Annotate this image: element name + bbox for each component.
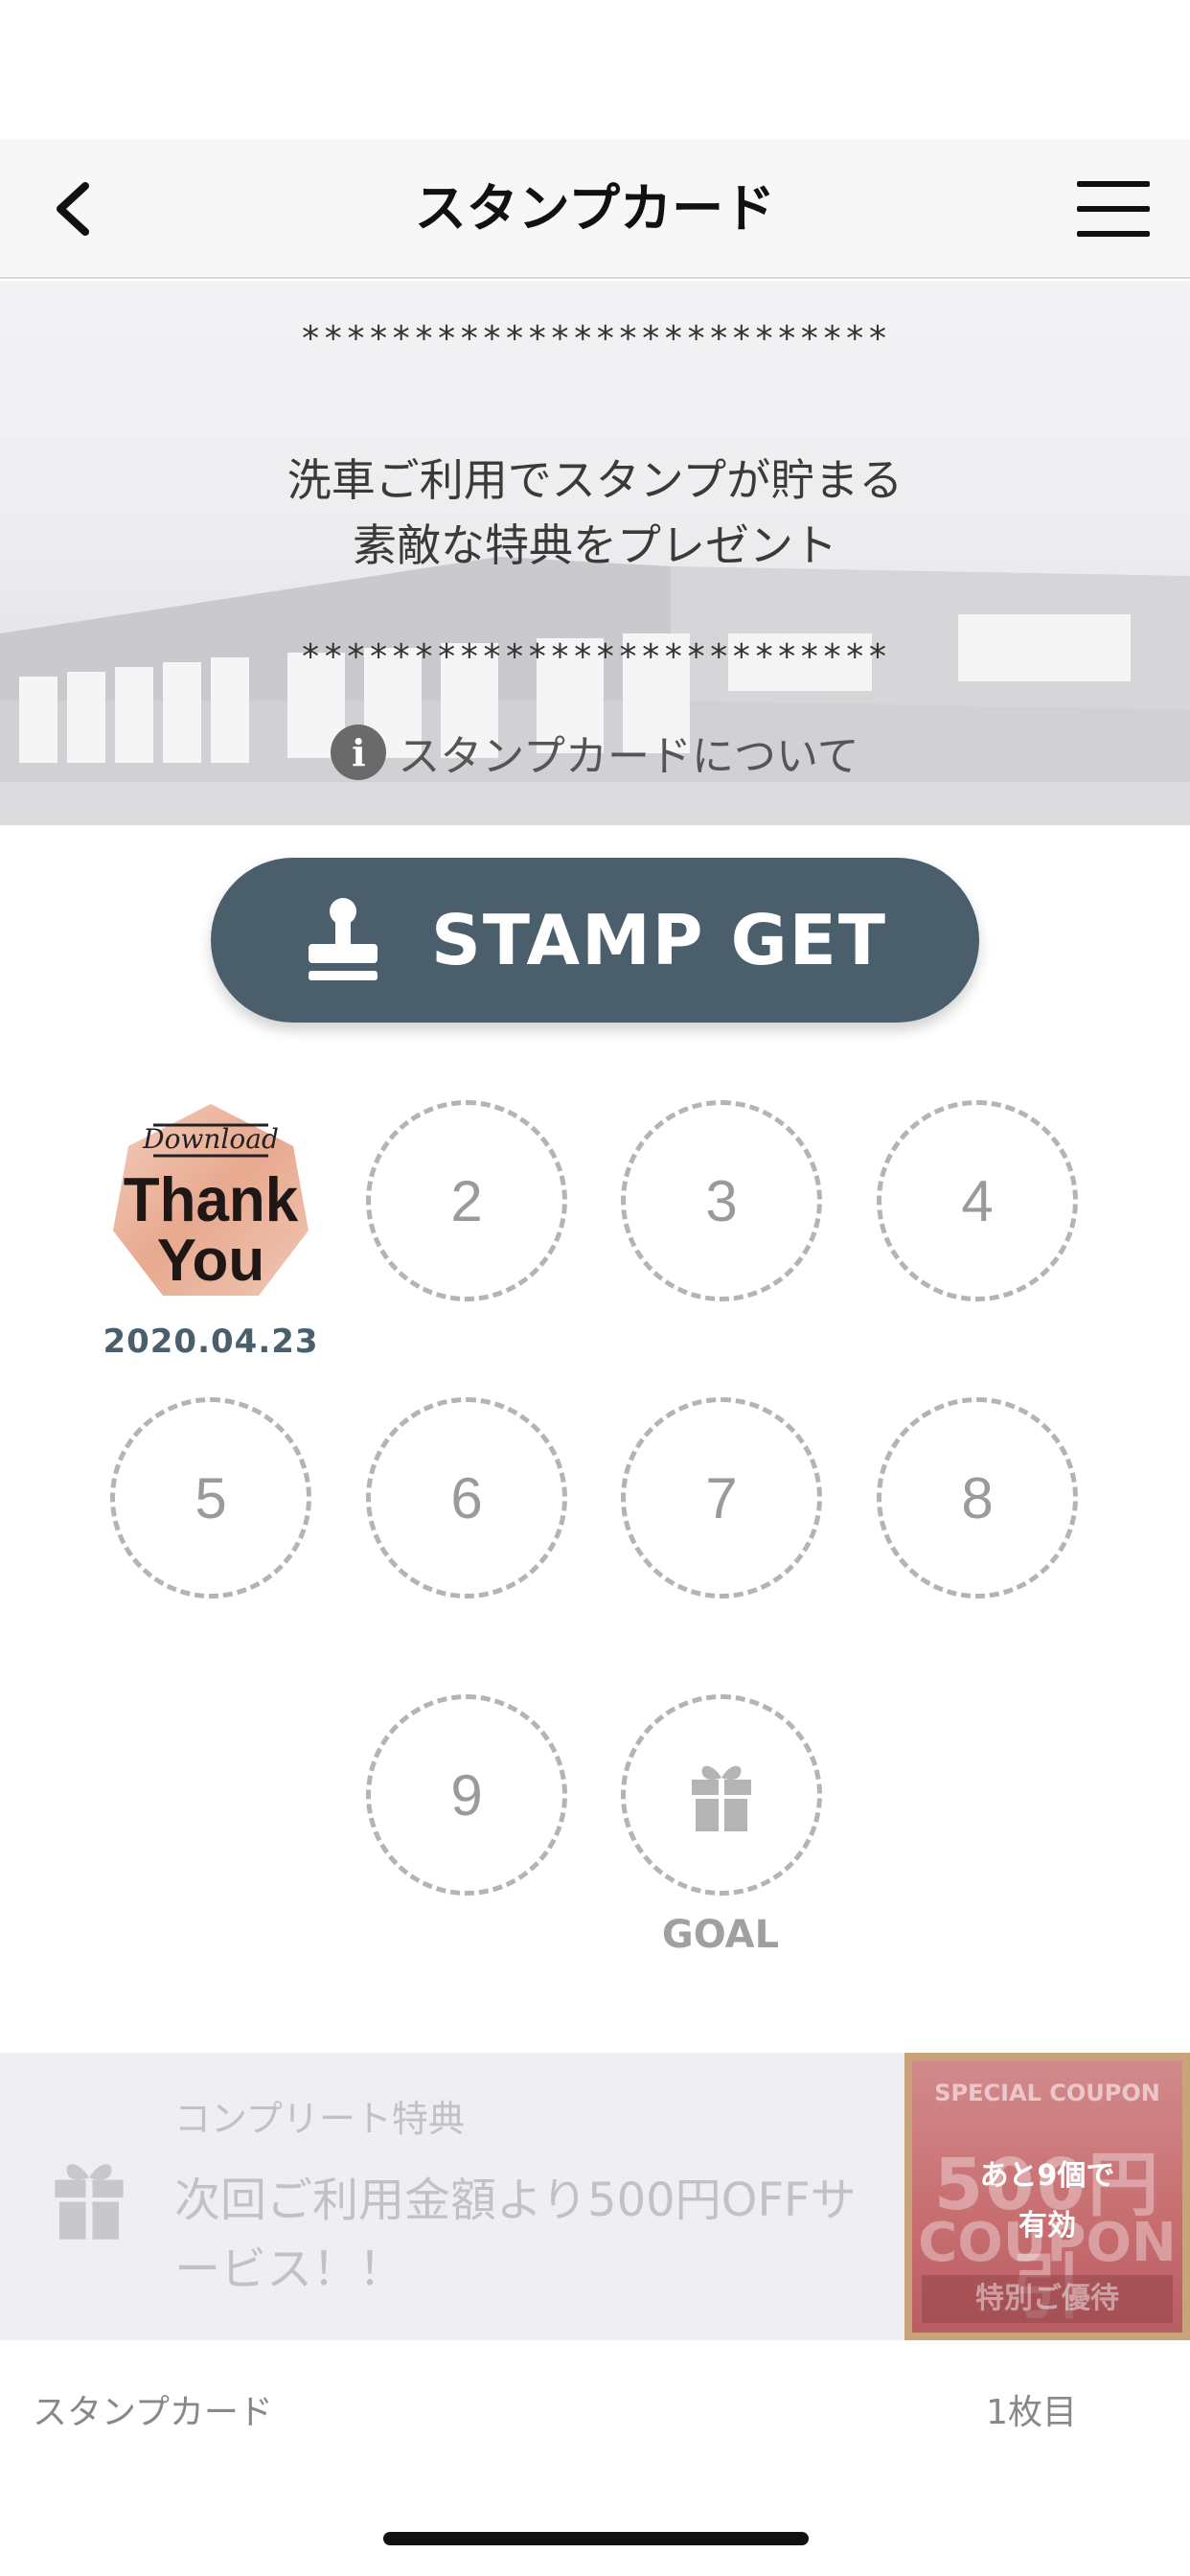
hero-headline-2: 素敵な特典をプレゼント (353, 519, 837, 571)
hero-decoration-bottom: ************************** (300, 637, 890, 677)
stamp-slot-8: 8 (877, 1397, 1078, 1598)
coupon-top-text: SPECIAL COUPON (934, 2080, 1160, 2106)
footer-card-count: 1枚目 (986, 2393, 1077, 2432)
stamp-slot-9: 9 (366, 1694, 567, 1896)
special-coupon-thumbnail[interactable]: SPECIAL COUPON 500円引 COUPON 特別ご優待 あと9個で … (904, 2053, 1190, 2340)
stamp-icon (309, 898, 378, 980)
stamp-slot-4: 4 (877, 1100, 1078, 1301)
complete-reward-title: コンプリート特典 (174, 2098, 465, 2140)
complete-reward-panel: コンプリート特典 次回ご利用金額より500円OFFサービス！！ (0, 2053, 904, 2340)
stamp-slot-6: 6 (366, 1397, 567, 1598)
stamp-slot-7: 7 (621, 1397, 822, 1598)
hero-headline-1: 洗車ご利用でスタンプが貯まる (286, 454, 904, 506)
stamp-slot-2: 2 (366, 1100, 567, 1301)
complete-reward-description: 次回ご利用金額より500円OFFサービス！！ (174, 2174, 857, 2296)
stamp-slot-1-collected: Download Thank You (105, 1100, 316, 1301)
coupon-remaining-overlay: あと9個で 有効 (912, 2151, 1182, 2251)
status-bar (0, 0, 1190, 139)
stamp-badge-main-2: You (157, 1228, 265, 1294)
stamp-get-label: STAMP GET (431, 900, 887, 980)
coupon-remaining-line2: 有効 (1018, 2209, 1076, 2242)
stamp-slot-goal (621, 1694, 822, 1896)
stamp-get-button[interactable]: STAMP GET (211, 858, 979, 1023)
hero-decoration-top: ************************** (300, 319, 890, 358)
about-stamp-card-label: スタンプカードについて (398, 732, 859, 781)
stamp-badge-top: Download (142, 1123, 279, 1155)
stamp-date: 2020.04.23 (103, 1322, 319, 1361)
gift-icon (55, 2164, 124, 2240)
navigation-bar: スタンプカード (0, 139, 1190, 279)
coupon-remaining-line1: あと9個で (979, 2159, 1115, 2193)
stamp-badge-main-1: Thank (124, 1165, 299, 1235)
about-stamp-card-link[interactable]: i スタンプカードについて (0, 722, 1190, 783)
thank-you-stamp-badge: Download Thank You (113, 1104, 309, 1296)
gift-icon (692, 1765, 751, 1831)
hero-banner: ************************** 洗車ご利用でスタンプが貯ま… (0, 281, 1190, 825)
home-indicator[interactable] (383, 2532, 809, 2545)
hamburger-menu-icon[interactable] (1077, 177, 1150, 241)
page-title: スタンプカード (414, 178, 776, 239)
coupon-bottom-text: 特別ご優待 (922, 2275, 1173, 2323)
stamp-slot-3: 3 (621, 1100, 822, 1301)
info-icon: i (331, 724, 387, 780)
stamp-slot-5: 5 (110, 1397, 311, 1598)
footer-card-label: スタンプカード (33, 2393, 273, 2432)
goal-label: GOAL (661, 1913, 780, 1957)
